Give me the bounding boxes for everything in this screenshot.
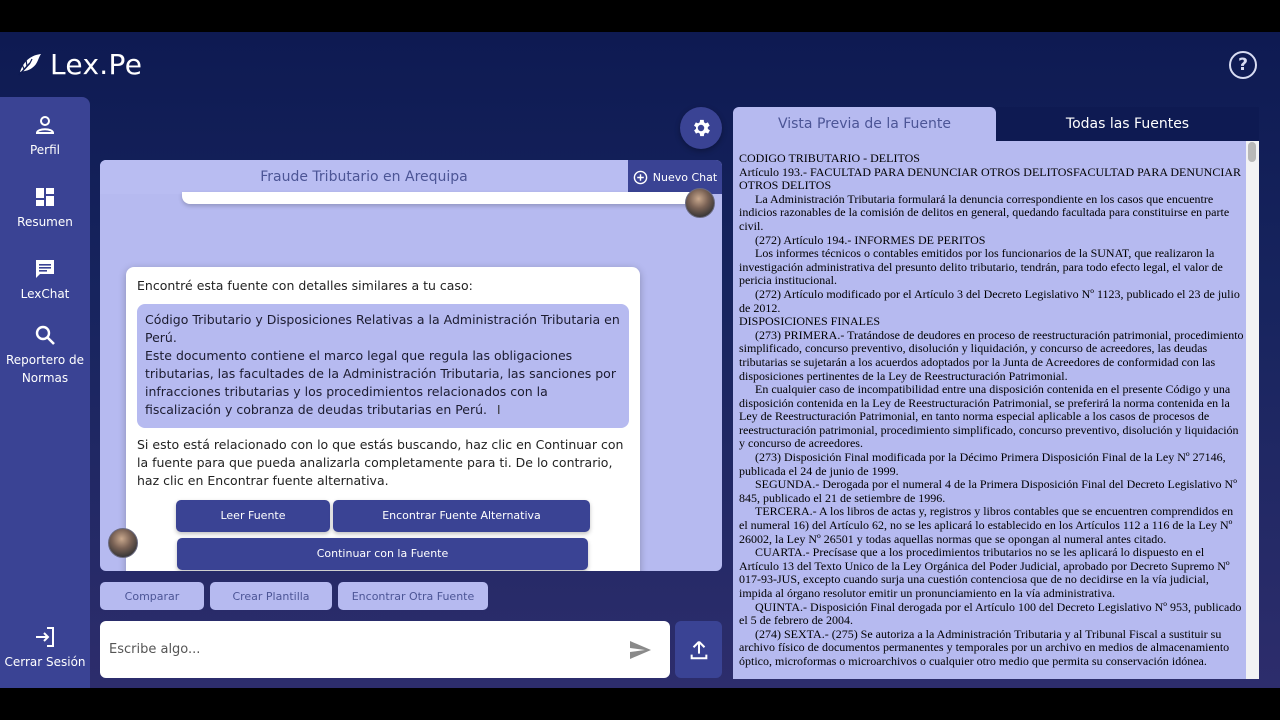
sidebar-item-lexchat[interactable]: LexChat: [0, 257, 90, 303]
send-icon[interactable]: [628, 638, 652, 662]
source-paragraph: TERCERA.- A los libros de actas y, regis…: [739, 504, 1234, 546]
chat-icon: [36, 260, 54, 278]
dashboard-icon: [36, 188, 54, 206]
bot-message: Encontré esta fuente con detalles simila…: [126, 267, 640, 571]
logo-text: Lex.Pe: [50, 47, 143, 81]
source-summary-box: Código Tributario y Disposiciones Relati…: [137, 304, 629, 428]
create-template-button[interactable]: Crear Plantilla: [210, 582, 332, 610]
source-paragraph: CODIGO TRIBUTARIO - DELITOS: [739, 151, 920, 165]
sidebar-item-label: Perfil: [29, 143, 61, 157]
sidebar-item-perfil[interactable]: Perfil: [0, 113, 90, 159]
text-cursor-icon: I: [497, 403, 501, 417]
logout-icon: [36, 627, 54, 647]
add-circle-icon: [633, 170, 648, 184]
compare-button[interactable]: Comparar: [100, 582, 204, 610]
source-paragraph: (272) Artículo 194.- INFORMES DE PERITOS: [755, 232, 986, 247]
upload-button[interactable]: [675, 621, 722, 678]
previous-message-bubble: [182, 192, 702, 204]
source-paragraph: La Administración Tributaria formulará l…: [739, 191, 1230, 233]
sidebar: Perfil Resumen LexChat Reportero de Norm…: [0, 97, 90, 688]
upload-icon: [690, 640, 707, 659]
new-chat-label: Nuevo Chat: [652, 170, 718, 184]
find-other-source-button[interactable]: Encontrar Otra Fuente: [338, 582, 488, 610]
find-alternative-source-button[interactable]: Encontrar Fuente Alternativa: [333, 500, 590, 532]
source-title: Código Tributario y Disposiciones Relati…: [145, 312, 620, 345]
chat-panel: Fraude Tributario en Arequipa Nuevo Chat…: [100, 160, 722, 571]
source-scrollbar[interactable]: [1246, 141, 1259, 679]
bot-message-intro: Encontré esta fuente con detalles simila…: [137, 278, 473, 293]
source-paragraph: Artículo 193.- FACULTAD PARA DENUNCIAR O…: [739, 164, 1242, 193]
chat-title: Fraude Tributario en Arequipa: [100, 160, 628, 194]
gear-icon: [694, 119, 710, 137]
sidebar-item-label: Resumen: [17, 215, 73, 229]
sidebar-item-label: Reportero de Normas: [6, 353, 84, 385]
settings-button[interactable]: [680, 107, 722, 149]
read-source-button[interactable]: Leer Fuente: [176, 500, 330, 532]
source-preview-panel: Vista Previa de la Fuente Todas las Fuen…: [733, 107, 1259, 679]
source-paragraph: (273) Disposición Final modificada por l…: [739, 450, 1226, 478]
source-paragraph: Los informes técnicos o contables emitid…: [739, 246, 1223, 288]
sidebar-item-reportero[interactable]: Reportero de Normas: [0, 323, 90, 387]
source-paragraph: En cualquier caso de incompatibilidad en…: [739, 382, 1239, 451]
source-paragraph: CUARTA.- Precísase que a los procedimien…: [739, 545, 1230, 600]
source-document-text: CODIGO TRIBUTARIO - DELITOS Artículo 193.…: [739, 151, 1244, 669]
sidebar-item-label: LexChat: [20, 287, 70, 301]
tab-source-preview[interactable]: Vista Previa de la Fuente: [733, 107, 996, 141]
bot-message-followup: Si esto está relacionado con lo que está…: [137, 437, 624, 488]
source-paragraph: (273) PRIMERA.- Tratándose de deudores e…: [739, 327, 1244, 383]
new-chat-button[interactable]: Nuevo Chat: [628, 160, 722, 194]
source-document-content: CODIGO TRIBUTARIO - DELITOS Artículo 193.…: [733, 141, 1259, 679]
source-paragraph: SEGUNDA.- Derogada por el numeral 4 de l…: [739, 477, 1237, 505]
person-icon: [35, 116, 55, 134]
sidebar-item-resumen[interactable]: Resumen: [0, 185, 90, 231]
tab-all-sources[interactable]: Todas las Fuentes: [996, 107, 1259, 141]
message-input[interactable]: [109, 642, 609, 657]
source-paragraph: (272) Artículo modificado por el Artícul…: [739, 286, 1240, 315]
logout-label: Cerrar Sesión: [4, 655, 86, 669]
source-description: Este documento contiene el marco legal q…: [145, 348, 616, 417]
leaf-logo-icon: [18, 54, 41, 76]
app-window: Lex.Pe ? Perfil Resumen LexChat Reporter…: [0, 32, 1280, 688]
source-paragraph: DISPOSICIONES FINALES: [739, 314, 881, 329]
continue-with-source-button[interactable]: Continuar con la Fuente: [177, 538, 588, 570]
help-icon[interactable]: ?: [1229, 51, 1257, 79]
logo[interactable]: Lex.Pe: [16, 46, 142, 82]
source-paragraph: (274) SEXTA.- (275) Se autoriza a la Adm…: [739, 626, 1230, 668]
bot-avatar: [108, 528, 138, 558]
logout-button[interactable]: Cerrar Sesión: [0, 625, 90, 671]
user-avatar: [685, 188, 715, 218]
scrollbar-thumb[interactable]: [1248, 142, 1256, 162]
source-paragraph: QUINTA.- Disposición Final derogada por …: [739, 599, 1242, 628]
search-icon: [35, 325, 55, 345]
message-input-box: [100, 621, 670, 678]
